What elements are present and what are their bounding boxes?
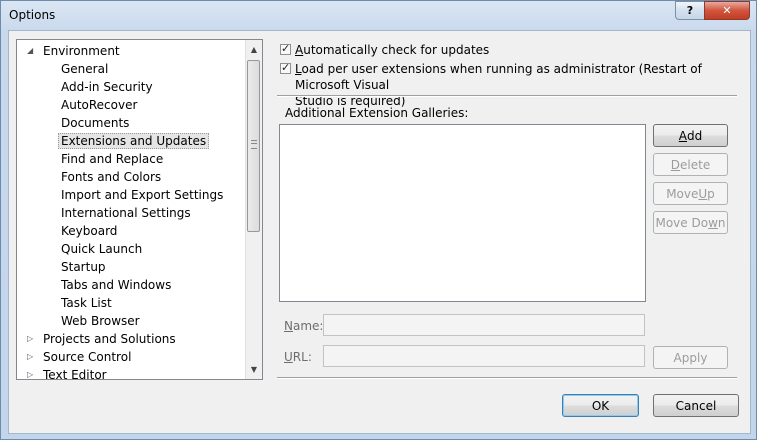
tree-item-label: Tabs and Windows — [61, 278, 172, 292]
collapse-arrow-icon[interactable]: ◢ — [27, 42, 33, 60]
expand-arrow-icon[interactable]: ▷ — [27, 330, 33, 348]
move-up-button[interactable]: Move Up — [653, 182, 728, 205]
options-tree[interactable]: ◢ Environment General Add-in Security AutoRe… — [16, 39, 263, 380]
name-label: Name: — [284, 319, 324, 333]
grip-icon — [251, 140, 257, 149]
tree-item-label: Task List — [61, 296, 112, 310]
tree-item[interactable]: Extensions and Updates — [58, 132, 210, 150]
auto-check-updates-label: Automatically check for updates — [295, 43, 490, 57]
tree-item-label: AutoRecover — [61, 98, 138, 112]
tree-item-label: Web Browser — [61, 314, 140, 328]
tree-item-label: Text Editor — [43, 368, 107, 380]
close-button[interactable]: ✕ — [704, 1, 750, 20]
tree-item-label: Environment — [43, 44, 120, 58]
window-title: Options — [9, 8, 56, 22]
load-per-user-checkbox[interactable] — [280, 61, 291, 74]
name-input[interactable] — [323, 314, 645, 336]
auto-check-updates-checkbox[interactable] — [280, 42, 291, 55]
tree-item-label: Source Control — [43, 350, 132, 364]
galleries-list[interactable] — [279, 124, 646, 302]
load-per-user-label: Load per user extensions when running as… — [295, 62, 702, 108]
scroll-up-icon[interactable]: ▲ — [246, 42, 262, 58]
auto-check-updates-option[interactable]: Automatically check for updates — [280, 42, 489, 58]
tree-item[interactable]: Keyboard — [61, 222, 117, 240]
tree-item-label: Startup — [61, 260, 106, 274]
tree-item[interactable]: ▷ Projects and Solutions — [27, 330, 176, 348]
tree-item[interactable]: Tabs and Windows — [61, 276, 171, 294]
apply-button[interactable]: Apply — [653, 346, 728, 369]
tree-item-label: International Settings — [61, 206, 191, 220]
tree-item-label: Projects and Solutions — [43, 332, 176, 346]
scroll-thumb[interactable] — [247, 60, 260, 232]
separator-top — [277, 95, 737, 97]
ok-button[interactable]: OK — [562, 394, 639, 417]
separator-bottom — [277, 377, 737, 379]
tree-item[interactable]: ▷ Text Editor — [27, 366, 107, 380]
tree-item-label: Keyboard — [61, 224, 118, 238]
tree-item[interactable]: Web Browser — [61, 312, 140, 330]
tree-item-label: Extensions and Updates — [58, 133, 210, 149]
tree-item[interactable]: Quick Launch — [61, 240, 142, 258]
tree-scrollbar[interactable]: ▲ ▼ — [245, 40, 262, 379]
tree-item[interactable]: Task List — [61, 294, 112, 312]
expand-arrow-icon[interactable]: ▷ — [27, 348, 33, 366]
tree-item[interactable]: Documents — [61, 114, 129, 132]
tree-item-label: Fonts and Colors — [61, 170, 162, 184]
tree-item[interactable]: Add-in Security — [61, 78, 153, 96]
help-icon: ? — [686, 4, 694, 17]
dialog-client-area: ◢ Environment General Add-in Security AutoRe… — [8, 30, 751, 434]
tree-item-label: Documents — [61, 116, 130, 130]
tree-item[interactable]: ▷ Source Control — [27, 348, 132, 366]
tree-item[interactable]: General — [61, 60, 108, 78]
tree-item[interactable]: AutoRecover — [61, 96, 137, 114]
tree-item-label: General — [61, 62, 109, 76]
tree-item[interactable]: Startup — [61, 258, 106, 276]
tree-item[interactable]: International Settings — [61, 204, 191, 222]
tree-item[interactable]: Fonts and Colors — [61, 168, 161, 186]
tree-item-label: Quick Launch — [61, 242, 143, 256]
scroll-down-icon[interactable]: ▼ — [246, 362, 262, 378]
expand-arrow-icon[interactable]: ▷ — [27, 366, 33, 379]
cancel-button[interactable]: Cancel — [653, 394, 739, 417]
add-button[interactable]: Add — [653, 124, 728, 147]
tree-item[interactable]: Import and Export Settings — [61, 186, 223, 204]
close-icon: ✕ — [722, 4, 732, 17]
move-down-button[interactable]: Move Do w n — [653, 211, 728, 234]
load-per-user-option[interactable]: Load per user extensions when running as… — [280, 61, 750, 109]
tree-item-label: Import and Export Settings — [61, 188, 224, 202]
url-input[interactable] — [323, 345, 645, 367]
title-bar[interactable]: Options ? ✕ — [1, 1, 756, 31]
tree-item[interactable]: Find and Replace — [61, 150, 163, 168]
help-button[interactable]: ? — [675, 1, 705, 20]
options-window: Options ? ✕ ◢ Environment General Add-in Se… — [0, 0, 757, 440]
tree-item-label: Add-in Security — [61, 80, 153, 94]
galleries-label: Additional Extension Galleries: — [285, 106, 469, 120]
tree-item-label: Find and Replace — [61, 152, 164, 166]
url-label: URL: — [284, 350, 312, 364]
tree-item[interactable]: ◢ Environment — [27, 42, 120, 60]
delete-button[interactable]: Delete — [653, 153, 728, 176]
